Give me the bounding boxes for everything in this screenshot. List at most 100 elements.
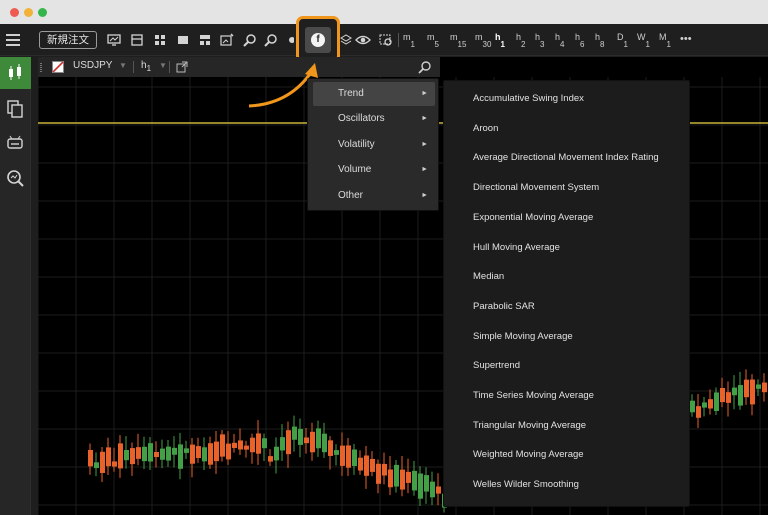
candle-body: [94, 462, 99, 469]
candle-body: [424, 475, 429, 492]
timeframe-button[interactable]: h1: [495, 32, 505, 49]
candle-body: [106, 447, 111, 467]
hamburger-menu-icon[interactable]: [6, 34, 20, 46]
trend-indicator-item[interactable]: Time Series Moving Average: [473, 390, 594, 402]
timeframe-button[interactable]: D1: [617, 32, 628, 49]
more-options-button[interactable]: •••: [680, 34, 692, 45]
timeframe-sub: 30: [482, 39, 492, 49]
timeframe-button[interactable]: m15: [450, 32, 466, 49]
trend-indicator-item[interactable]: Average Directional Movement Index Ratin…: [473, 152, 659, 164]
menu-item-volatility[interactable]: Volatility ►: [313, 133, 435, 157]
layout-frame-icon[interactable]: [129, 32, 145, 48]
timeframe-button[interactable]: m1: [403, 32, 415, 49]
monitor-chart-icon[interactable]: [106, 32, 122, 48]
timeframe-button[interactable]: h3: [535, 32, 544, 49]
timeframe-button[interactable]: m5: [427, 32, 439, 49]
sidebar-item-robot[interactable]: [0, 127, 31, 159]
trend-indicator-item[interactable]: Accumulative Swing Index: [473, 93, 584, 105]
submenu-arrow-icon: ►: [421, 191, 428, 199]
indicators-button[interactable]: f: [305, 27, 331, 53]
candle-body: [370, 458, 375, 472]
trend-indicator-item[interactable]: Weighted Moving Average: [473, 449, 584, 461]
menu-item-trend[interactable]: Trend ►: [313, 82, 435, 106]
candle-body: [136, 447, 141, 459]
maximize-window-button[interactable]: [38, 8, 47, 17]
chart-zoom-icon[interactable]: [378, 32, 394, 48]
chart-search-icon[interactable]: [418, 60, 432, 74]
timeframe-sub: 1: [500, 39, 505, 49]
candle-body: [726, 392, 731, 403]
timeframe-button[interactable]: W1: [637, 32, 650, 49]
candle-body: [750, 379, 755, 405]
chart-timeframe[interactable]: h1: [141, 60, 151, 73]
grid-layout-icon[interactable]: [152, 32, 168, 48]
candle-body: [310, 431, 315, 453]
trend-indicator-item[interactable]: Aroon: [473, 123, 498, 135]
timeframe-sub: 2: [521, 39, 526, 49]
single-layout-icon[interactable]: [175, 32, 191, 48]
timeframe-sub: 8: [600, 39, 605, 49]
trend-indicator-item[interactable]: Welles Wilder Smoothing: [473, 479, 579, 491]
candle-body: [352, 449, 357, 467]
timeframe-button[interactable]: h4: [555, 32, 564, 49]
chart-settings-icon[interactable]: [219, 32, 235, 48]
trend-indicator-item[interactable]: Supertrend: [473, 360, 520, 372]
menu-item-volume[interactable]: Volume ►: [313, 158, 435, 182]
zoom-in-icon[interactable]: [242, 32, 258, 48]
layers-icon[interactable]: [340, 32, 352, 48]
timeframe-button[interactable]: m30: [475, 32, 492, 49]
candle-body: [184, 448, 189, 453]
eye-icon[interactable]: [355, 32, 371, 48]
timeframe-button[interactable]: h8: [595, 32, 605, 49]
candle-body: [696, 406, 701, 418]
external-window-icon[interactable]: [176, 61, 188, 73]
candle-body: [756, 384, 761, 389]
trend-indicator-item[interactable]: Simple Moving Average: [473, 331, 573, 343]
candle-body: [178, 444, 183, 469]
trend-indicator-item[interactable]: Median: [473, 271, 504, 283]
new-order-button[interactable]: 新規注文: [39, 31, 97, 49]
close-window-button[interactable]: [10, 8, 19, 17]
sidebar-item-search[interactable]: [0, 162, 31, 194]
candle-body: [328, 440, 333, 456]
candle-body: [166, 446, 171, 461]
candle-body: [708, 399, 713, 409]
candle-body: [298, 428, 303, 445]
candle-body: [394, 464, 399, 487]
trend-indicator-item[interactable]: Directional Movement System: [473, 182, 599, 194]
timeframe-dropdown-icon[interactable]: ▼: [159, 61, 167, 70]
zoom-out-icon[interactable]: [263, 32, 279, 48]
candle-body: [376, 463, 381, 484]
submenu-arrow-icon: ►: [421, 140, 428, 148]
menu-item-oscillators[interactable]: Oscillators ►: [313, 107, 435, 131]
candle-body: [130, 448, 135, 465]
candle-body: [160, 448, 165, 460]
trend-indicator-item[interactable]: Exponential Moving Average: [473, 212, 593, 224]
symbol-dropdown-icon[interactable]: ▼: [119, 61, 127, 70]
trend-indicator-item[interactable]: Hull Moving Average: [473, 242, 560, 254]
timeframe-sub: 1: [666, 39, 671, 49]
trend-indicator-item[interactable]: Parabolic SAR: [473, 301, 535, 313]
candle-body: [250, 437, 255, 453]
sidebar-item-chart[interactable]: [0, 57, 31, 89]
timeframe-button[interactable]: h6: [575, 32, 584, 49]
partial-hidden-icon[interactable]: [284, 32, 294, 48]
candle-body: [226, 443, 231, 460]
candle-body: [280, 437, 285, 451]
minimize-window-button[interactable]: [24, 8, 33, 17]
menu-item-other[interactable]: Other ►: [313, 184, 435, 208]
left-sidebar: [0, 57, 31, 515]
timeframe-button[interactable]: h2: [516, 32, 526, 49]
trend-indicator-item[interactable]: Triangular Moving Average: [473, 420, 586, 432]
timeframe-base: D: [617, 32, 624, 42]
symbol-label[interactable]: USDJPY: [73, 60, 112, 71]
drag-handle-icon[interactable]: [40, 63, 42, 72]
split-layout-icon[interactable]: [197, 32, 213, 48]
candle-body: [112, 461, 117, 467]
candle-body: [406, 471, 411, 483]
timeframe-button[interactable]: M1: [659, 32, 671, 49]
candle-body: [334, 450, 339, 455]
candle-body: [268, 456, 273, 462]
candle-body: [142, 446, 147, 462]
sidebar-item-copy[interactable]: [0, 92, 31, 124]
